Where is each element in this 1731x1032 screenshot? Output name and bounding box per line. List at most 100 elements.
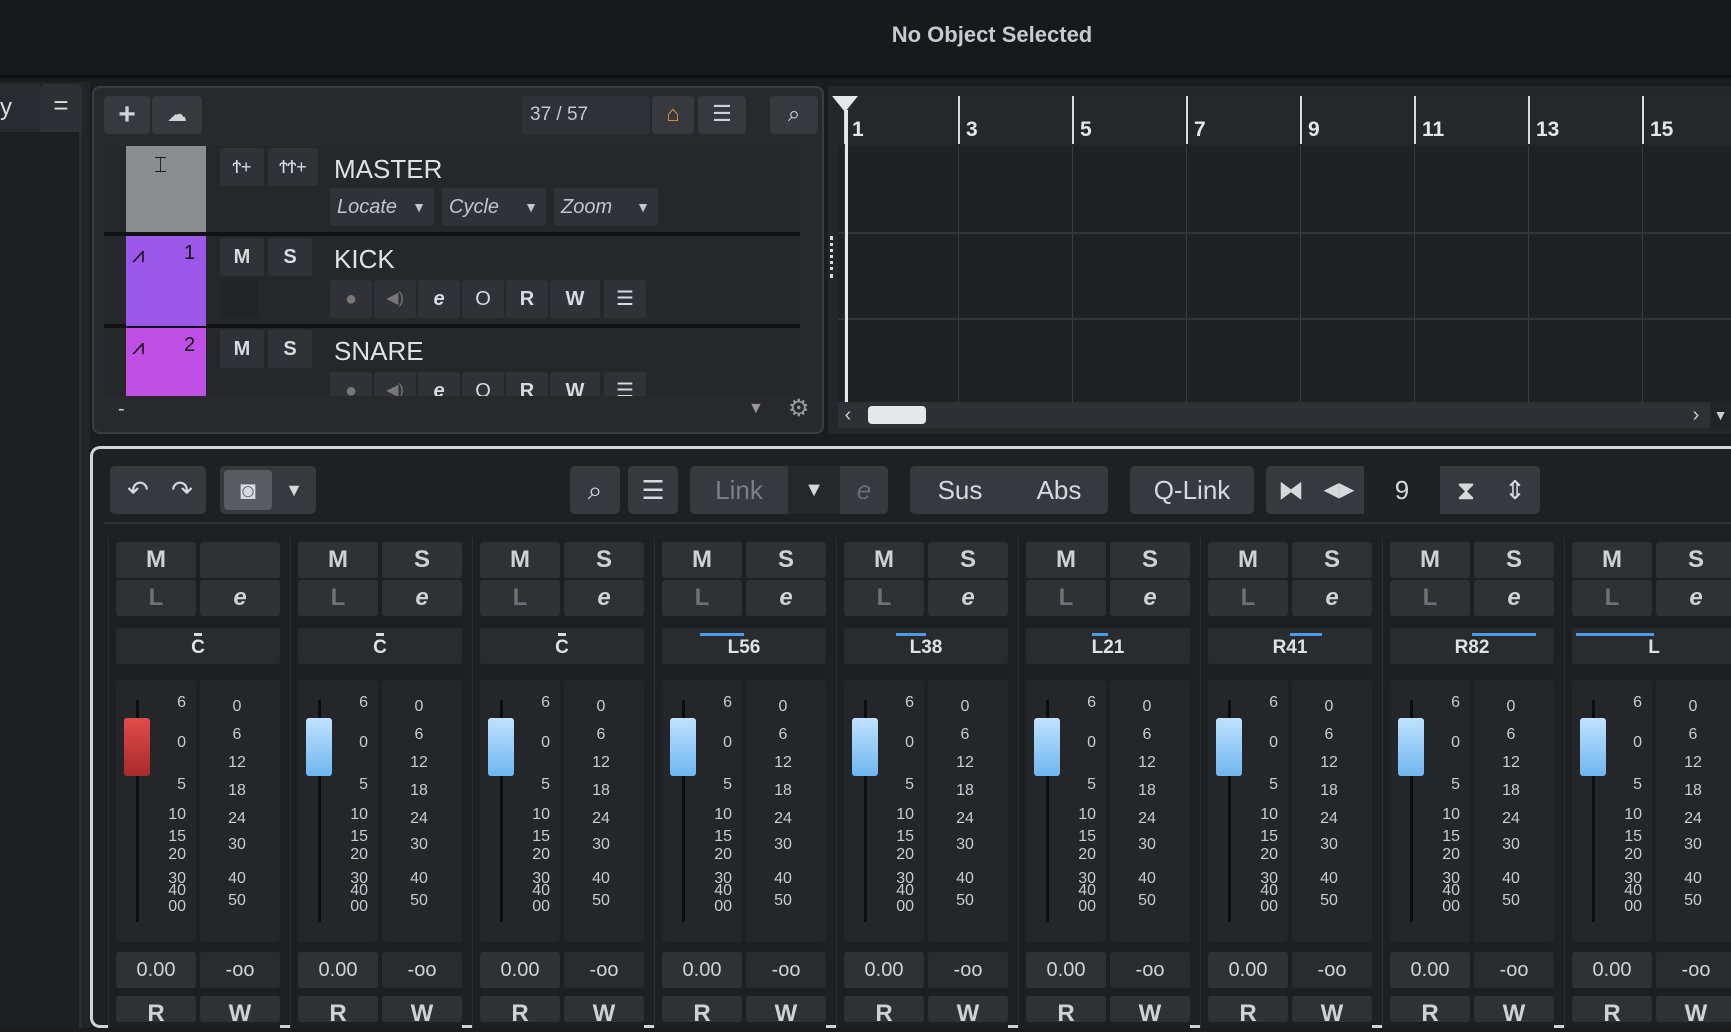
read-button[interactable]: R xyxy=(506,372,548,396)
cycle-dropdown[interactable]: Cycle ▼ xyxy=(442,188,546,226)
shrink-icon[interactable]: ⧗ xyxy=(1442,466,1490,514)
scroll-down-icon[interactable]: ▼ xyxy=(748,400,764,418)
listen-button[interactable]: L xyxy=(116,580,196,616)
fader-cap[interactable] xyxy=(852,718,878,776)
listen-button[interactable]: L xyxy=(1026,580,1106,616)
edit-channel-button[interactable]: e xyxy=(1474,580,1554,616)
horizontal-scrollbar[interactable]: ‹ › ▼ xyxy=(838,402,1731,428)
listen-button[interactable]: L xyxy=(1390,580,1470,616)
mute-button[interactable]: M xyxy=(480,542,560,578)
volume-value[interactable]: 0.00 xyxy=(480,952,560,988)
mute-button[interactable]: M xyxy=(844,542,924,578)
listen-button[interactable]: L xyxy=(480,580,560,616)
caret-icon[interactable]: ▼ xyxy=(276,466,312,514)
ruler[interactable]: 1 3 5 7 9 11 13 15 xyxy=(838,96,1731,144)
fader-cap[interactable] xyxy=(1034,718,1060,776)
write-button[interactable]: W xyxy=(550,372,600,396)
track-list-icon[interactable]: ☰ xyxy=(604,280,646,318)
listen-button[interactable]: L xyxy=(844,580,924,616)
redo-icon[interactable]: ↷ xyxy=(162,466,202,514)
solo-button[interactable]: S xyxy=(1110,542,1190,578)
solo-button[interactable]: S xyxy=(1474,542,1554,578)
edit-channel-button[interactable]: e xyxy=(746,580,826,616)
track-row-kick[interactable]: ⩘ 1 M S KICK ● ◀) e O R W ☰ xyxy=(104,236,800,326)
track-list-icon[interactable]: ☰ xyxy=(604,372,646,396)
write-button[interactable]: W xyxy=(550,280,600,318)
read-button[interactable]: R xyxy=(506,280,548,318)
add-tracks-icon[interactable]: ϮϮ+ xyxy=(268,148,318,186)
edit-icon[interactable]: e xyxy=(418,372,460,396)
fader-cap[interactable] xyxy=(670,718,696,776)
search-icon[interactable]: ⌕ xyxy=(570,466,620,514)
record-icon[interactable]: ● xyxy=(330,280,372,318)
mute-button[interactable]: M xyxy=(662,542,742,578)
left-zone-tab[interactable]: y xyxy=(0,84,40,132)
write-button[interactable]: W xyxy=(1656,996,1731,1027)
solo-button[interactable]: S xyxy=(564,542,644,578)
solo-button[interactable]: S xyxy=(268,238,312,276)
volume-value[interactable]: 0.00 xyxy=(298,952,378,988)
volume-value[interactable]: 0.00 xyxy=(1208,952,1288,988)
home-icon[interactable]: ⌂ xyxy=(652,96,694,134)
peak-value[interactable]: -oo xyxy=(382,952,462,988)
read-button[interactable]: R xyxy=(1026,996,1106,1027)
read-button[interactable]: R xyxy=(844,996,924,1027)
volume-value[interactable]: 0.00 xyxy=(662,952,742,988)
pan-control[interactable]: L56 xyxy=(662,628,826,664)
gear-icon[interactable]: ⚙ xyxy=(788,394,810,423)
mute-button[interactable]: M xyxy=(1572,542,1652,578)
zoom-menu-icon[interactable]: ▼ xyxy=(1710,402,1731,428)
freeze-icon[interactable]: O xyxy=(462,372,504,396)
mute-button[interactable]: M xyxy=(298,542,378,578)
write-button[interactable]: W xyxy=(928,996,1008,1027)
read-button[interactable]: R xyxy=(480,996,560,1027)
listen-button[interactable]: L xyxy=(298,580,378,616)
read-button[interactable]: R xyxy=(298,996,378,1027)
add-track-icon[interactable]: Ϯ+ xyxy=(220,148,264,186)
write-button[interactable]: W xyxy=(1474,996,1554,1027)
peak-value[interactable]: -oo xyxy=(1656,952,1731,988)
add-track-button[interactable]: + xyxy=(104,96,150,134)
undo-icon[interactable]: ↶ xyxy=(118,466,158,514)
nav-leftright-icon[interactable]: ◀▶ xyxy=(1316,466,1362,514)
solo-button[interactable]: S xyxy=(928,542,1008,578)
abs-button[interactable]: Abs xyxy=(1010,466,1108,514)
edit-channel-button[interactable]: e xyxy=(1656,580,1731,616)
fader-cap[interactable] xyxy=(1398,718,1424,776)
fader-cap[interactable] xyxy=(306,718,332,776)
peak-value[interactable]: -oo xyxy=(1292,952,1372,988)
write-button[interactable]: W xyxy=(1292,996,1372,1027)
fader-cap[interactable] xyxy=(1216,718,1242,776)
solo-button[interactable] xyxy=(200,542,280,578)
scroll-right-icon[interactable]: › xyxy=(1686,402,1706,428)
edit-channel-button[interactable]: e xyxy=(1292,580,1372,616)
solo-button[interactable]: S xyxy=(268,330,312,368)
write-button[interactable]: W xyxy=(200,996,280,1027)
peak-value[interactable]: -oo xyxy=(1474,952,1554,988)
edit-channel-button[interactable]: e xyxy=(200,580,280,616)
link-edit-icon[interactable]: e xyxy=(840,466,888,514)
zoom-dropdown[interactable]: Zoom ▼ xyxy=(554,188,658,226)
listen-button[interactable]: L xyxy=(1572,580,1652,616)
list-icon[interactable]: ☰ xyxy=(628,466,678,514)
track-list-minus[interactable]: - xyxy=(118,398,125,421)
pan-control[interactable]: L38 xyxy=(844,628,1008,664)
channel-count-value[interactable]: 9 xyxy=(1364,466,1440,514)
nav-left-icon[interactable]: ⧓ xyxy=(1266,466,1316,514)
camera-icon[interactable]: ◙ xyxy=(224,470,272,510)
list-icon[interactable]: ☰ xyxy=(698,96,746,134)
solo-button[interactable]: S xyxy=(746,542,826,578)
peak-value[interactable]: -oo xyxy=(928,952,1008,988)
read-button[interactable]: R xyxy=(1572,996,1652,1027)
edit-icon[interactable]: e xyxy=(418,280,460,318)
scroll-thumb[interactable] xyxy=(868,406,926,424)
expand-icon[interactable]: ⇕ xyxy=(1490,466,1540,514)
mute-button[interactable]: M xyxy=(116,542,196,578)
fader-cap[interactable] xyxy=(124,718,150,776)
event-display[interactable] xyxy=(838,146,1731,404)
fader-cap[interactable] xyxy=(488,718,514,776)
mute-button[interactable]: M xyxy=(1026,542,1106,578)
peak-value[interactable]: -oo xyxy=(564,952,644,988)
solo-button[interactable]: S xyxy=(1292,542,1372,578)
volume-value[interactable]: 0.00 xyxy=(1572,952,1652,988)
